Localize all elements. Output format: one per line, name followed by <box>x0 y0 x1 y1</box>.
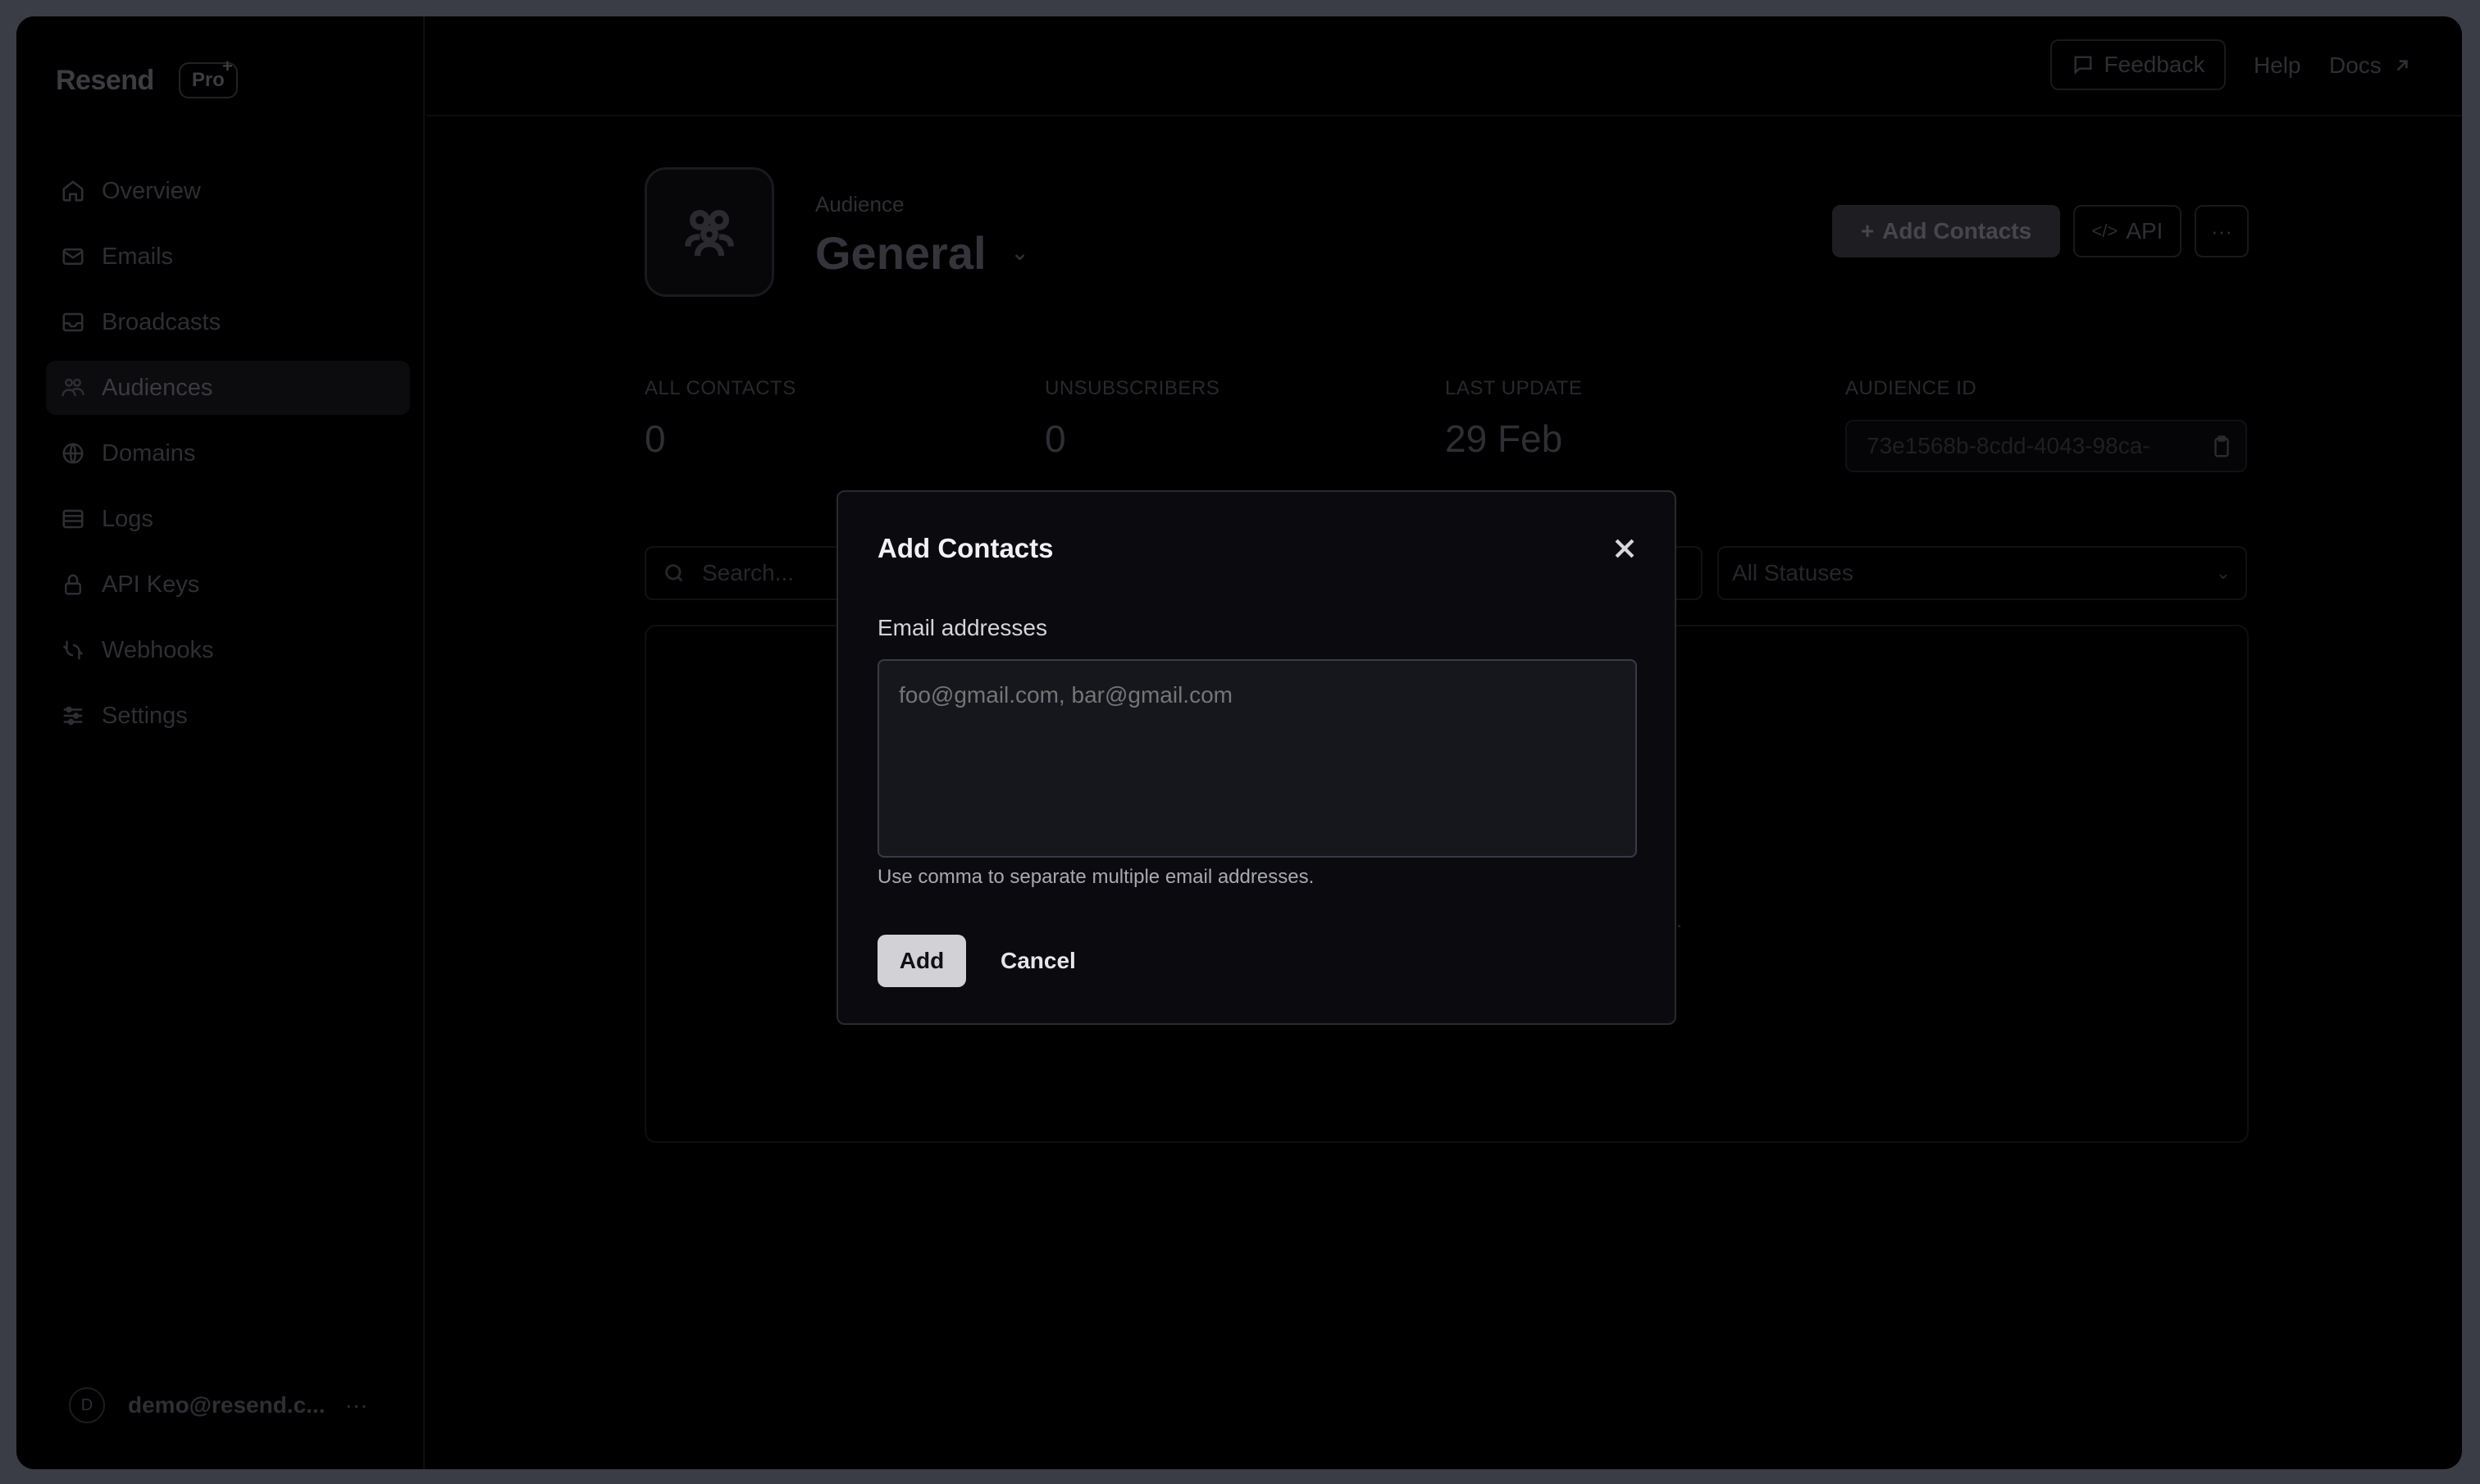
sidebar-item-emails[interactable]: Emails <box>46 230 410 284</box>
audience-label: Audience <box>815 192 905 216</box>
sidebar-item-api-keys[interactable]: API Keys <box>46 558 410 612</box>
avatar: D <box>69 1387 105 1423</box>
close-button[interactable] <box>1611 535 1639 562</box>
audience-id-field[interactable]: 73e1568b-8cdd-4043-98ca- <box>1845 420 2247 472</box>
api-button[interactable]: </> API <box>2073 205 2181 257</box>
sidebar-item-overview[interactable]: Overview <box>46 164 410 218</box>
add-contacts-dialog: Add Contacts Email addresses Use comma t… <box>837 490 1676 1025</box>
status-filter-value: All Statuses <box>1732 560 1853 585</box>
plus-icon: + <box>1860 218 1875 244</box>
docs-link[interactable]: Docs <box>2329 52 2413 79</box>
sidebar-item-label: Broadcasts <box>102 308 221 335</box>
stat-value: 0 <box>1045 417 1066 460</box>
code-icon: </> <box>2091 221 2118 241</box>
sidebar-item-settings[interactable]: Settings <box>46 689 410 743</box>
sidebar-item-label: Webhooks <box>102 636 214 663</box>
stat-label: LAST UPDATE <box>1445 377 1583 399</box>
audience-id-value: 73e1568b-8cdd-4043-98ca- <box>1867 433 2150 458</box>
inbox-icon <box>59 308 87 336</box>
sidebar-item-label: Domains <box>102 439 196 467</box>
message-icon <box>2074 56 2092 75</box>
user-more-button[interactable]: ··· <box>345 1392 368 1418</box>
mail-icon <box>59 243 87 271</box>
sidebar-item-label: API Keys <box>102 571 200 598</box>
feedback-button[interactable]: Feedback <box>2050 39 2226 90</box>
sliders-icon <box>59 702 87 730</box>
email-addresses-label: Email addresses <box>878 615 1047 640</box>
stat-label: ALL CONTACTS <box>645 377 796 399</box>
clipboard-icon[interactable] <box>2209 435 2234 459</box>
help-link[interactable]: Help <box>2254 52 2301 79</box>
stat-last-update: LAST UPDATE 29 Feb <box>1445 377 1582 461</box>
stat-all-contacts: ALL CONTACTS 0 <box>645 377 796 461</box>
sidebar-item-label: Overview <box>102 177 201 204</box>
audience-name: General <box>815 227 987 279</box>
lock-icon <box>59 571 87 599</box>
dialog-title: Add Contacts <box>878 533 1054 563</box>
audience-selector[interactable]: General ⌄ <box>815 226 1028 280</box>
sidebar-item-label: Logs <box>102 505 153 532</box>
audience-icon <box>645 167 774 297</box>
sidebar-item-label: Audiences <box>102 374 213 401</box>
stat-value: 29 Feb <box>1445 417 1563 460</box>
search-icon <box>665 564 683 582</box>
sidebar-item-broadcasts[interactable]: Broadcasts <box>46 295 410 349</box>
plan-label: Pro <box>191 69 225 91</box>
status-filter-select[interactable]: All Statuses ⌄ <box>1717 546 2247 600</box>
users-icon <box>59 374 87 402</box>
add-button[interactable]: Add <box>878 935 966 987</box>
stat-unsubscribers: UNSUBSCRIBERS 0 <box>1045 377 1219 461</box>
add-contacts-button[interactable]: + Add Contacts <box>1832 205 2060 257</box>
more-options-button[interactable]: ··· <box>2195 205 2249 257</box>
plan-badge: Pro + <box>178 56 238 98</box>
plan-plus-mark: + <box>221 56 233 76</box>
add-contacts-label: Add Contacts <box>1882 218 2032 244</box>
sidebar-item-label: Settings <box>102 702 188 729</box>
users-icon <box>685 210 734 257</box>
sidebar-item-audiences[interactable]: Audiences <box>46 361 410 415</box>
docs-label: Docs <box>2329 52 2382 78</box>
stat-value: 0 <box>645 417 666 460</box>
sidebar-nav: Overview Emails Broadcasts Audiences Dom… <box>46 164 410 754</box>
sidebar-item-webhooks[interactable]: Webhooks <box>46 623 410 677</box>
sidebar-item-logs[interactable]: Logs <box>46 492 410 546</box>
chevron-down-icon: ⌄ <box>1010 240 1029 265</box>
home-icon <box>59 177 87 205</box>
chevron-down-icon: ⌄ <box>2215 562 2231 583</box>
stat-label: UNSUBSCRIBERS <box>1045 377 1220 399</box>
webhook-icon <box>59 636 87 664</box>
search-placeholder: Search... <box>702 560 795 585</box>
stat-label: AUDIENCE ID <box>1845 377 1977 399</box>
cancel-button[interactable]: Cancel <box>989 935 1087 987</box>
sidebar-item-domains[interactable]: Domains <box>46 426 410 480</box>
sidebar-item-label: Emails <box>102 243 174 270</box>
stat-audience-id: AUDIENCE ID <box>1845 377 1976 400</box>
user-email: demo@resend.c... <box>128 1392 326 1418</box>
api-label: API <box>2126 218 2163 244</box>
brand: Resend Pro + <box>56 56 238 98</box>
external-link-icon <box>2396 60 2408 71</box>
user-menu[interactable]: D demo@resend.c... ··· <box>69 1387 367 1423</box>
app-window: Resend Pro + Overview Emails Broadcasts … <box>16 16 2462 1469</box>
sidebar: Resend Pro + Overview Emails Broadcasts … <box>16 16 425 1469</box>
email-addresses-help: Use comma to separate multiple email add… <box>878 866 1315 888</box>
globe-icon <box>59 439 87 467</box>
list-icon <box>59 505 87 533</box>
email-addresses-field[interactable] <box>878 659 1637 858</box>
brand-logo[interactable]: Resend <box>56 65 154 97</box>
feedback-label: Feedback <box>2104 52 2205 77</box>
close-icon <box>1615 539 1634 558</box>
